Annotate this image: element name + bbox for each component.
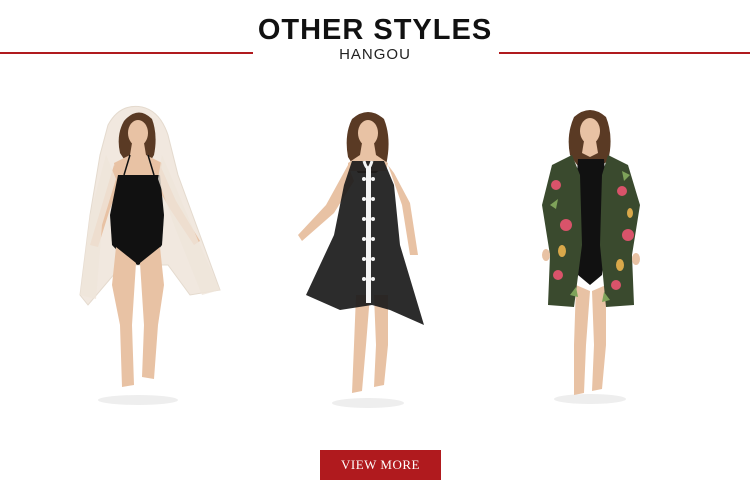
section-title: OTHER STYLES [257, 14, 493, 46]
header-rule-right [499, 52, 750, 54]
product-image-1[interactable] [50, 95, 250, 415]
product-image-3[interactable] [490, 95, 690, 415]
product-row [0, 95, 750, 415]
section-header: OTHER STYLES HANGOU [0, 0, 750, 70]
product-card-3[interactable] [490, 95, 690, 415]
product-card-2[interactable] [260, 95, 460, 415]
brand-subtitle: HANGOU [339, 46, 411, 63]
product-image-2[interactable] [260, 95, 460, 415]
product-card-1[interactable] [50, 95, 250, 415]
view-more-button[interactable]: VIEW MORE [320, 450, 441, 480]
